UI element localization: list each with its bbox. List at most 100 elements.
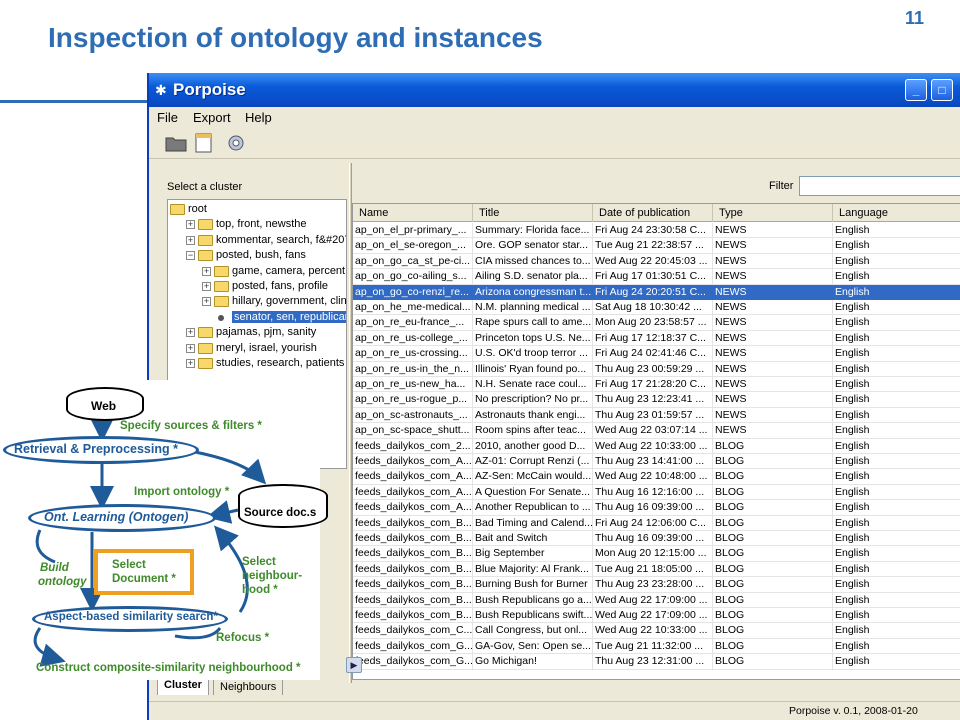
table-row[interactable]: ap_on_sc-astronauts_... Astronauts thank … — [353, 407, 960, 424]
tree-node[interactable]: + hillary, government, clinto — [168, 294, 346, 309]
table-cell: feeds_dailykos_com_G... — [353, 654, 473, 670]
tab-neighbours[interactable]: Neighbours — [213, 679, 284, 695]
table-cell: English — [833, 469, 960, 485]
table-row[interactable]: ap_on_re_us-college_... Princeton tops U.… — [353, 330, 960, 347]
table-row[interactable]: ap_on_go_co-renzi_re... Arizona congressm… — [353, 284, 960, 300]
app-icon: ✱ — [155, 82, 167, 98]
table-row[interactable]: ap_on_re_us-in_the_n... Illinois' Ryan fo… — [353, 361, 960, 377]
tree-node[interactable]: + pajamas, pjm, sanity — [168, 325, 346, 340]
table-row[interactable]: ap_on_go_ca_st_pe-ci... CIA missed chance… — [353, 253, 960, 270]
table-row[interactable]: feeds_dailykos_com_G... Go Michigan! Thu A… — [353, 654, 960, 670]
folder-icon — [198, 219, 213, 231]
cluster-panel-label: Select a cluster — [167, 181, 243, 193]
tree-node[interactable]: − posted, bush, fans — [168, 248, 346, 263]
table-cell: BLOG — [713, 608, 833, 624]
table-row[interactable]: ap_on_sc-space_shutt... Room spins after … — [353, 423, 960, 439]
menu-file[interactable]: File — [157, 110, 178, 125]
tree-node-label: game, camera, percent — [232, 264, 346, 277]
table-cell: Fri Aug 17 12:18:37 C... — [593, 330, 713, 347]
open-folder-icon[interactable] — [165, 133, 187, 153]
diagram-specify: Specify sources & filters * — [120, 420, 262, 432]
table-row[interactable]: ap_on_re_us-new_ha... N.H. Senate race co… — [353, 377, 960, 393]
expand-icon[interactable]: + — [202, 282, 211, 291]
table-row[interactable]: ap_on_go_co-ailing_s... Ailing S.D. senat… — [353, 269, 960, 285]
table-cell: NEWS — [713, 315, 833, 331]
table-row[interactable]: feeds_dailykos_com_B... Big September Mon … — [353, 546, 960, 562]
table-cell: Bait and Switch — [473, 531, 593, 547]
settings-gear-icon[interactable] — [225, 133, 247, 153]
expand-icon[interactable]: + — [186, 343, 195, 353]
table-cell: Thu Aug 23 01:59:57 ... — [593, 407, 713, 424]
expand-icon[interactable]: + — [186, 359, 195, 368]
table-cell: N.H. Senate race coul... — [473, 377, 593, 393]
window-title: Porpoise — [173, 80, 246, 99]
expand-icon[interactable]: + — [186, 220, 195, 230]
table-row[interactable]: feeds_dailykos_com_A... A Question For Se… — [353, 484, 960, 501]
tree-node[interactable]: + meryl, israel, yourish — [168, 341, 346, 356]
table-cell: NEWS — [713, 238, 833, 254]
collapse-icon[interactable]: − — [186, 251, 195, 261]
table-row[interactable]: ap_on_el_se-oregon_... Ore. GOP senator s… — [353, 238, 960, 254]
table-cell: feeds_dailykos_com_A... — [353, 500, 473, 516]
table-cell: English — [833, 531, 960, 547]
table-row[interactable]: feeds_dailykos_com_G... GA-Gov, Sen: Open… — [353, 638, 960, 655]
tree-node[interactable]: + posted, fans, profile — [168, 279, 346, 294]
column-header[interactable]: Type — [713, 204, 833, 222]
table-row[interactable]: ap_on_he_me-medical... N.M. planning medi… — [353, 300, 960, 316]
menu-help[interactable]: Help — [245, 110, 272, 125]
table-row[interactable]: feeds_dailykos_com_B... Burning Bush for … — [353, 577, 960, 593]
table-row[interactable]: ap_on_re_eu-france_... Rape spurs call to… — [353, 315, 960, 331]
expand-icon[interactable]: + — [186, 328, 195, 338]
expand-icon[interactable]: + — [202, 297, 211, 307]
tree-node-label: top, front, newsthe — [216, 218, 307, 231]
tree-node[interactable]: root — [168, 202, 346, 217]
table-cell: ap_on_re_us-college_... — [353, 330, 473, 347]
maximize-button[interactable]: □ — [931, 79, 953, 101]
table-cell: English — [833, 500, 960, 516]
table-cell: NEWS — [713, 407, 833, 424]
table-row[interactable]: feeds_dailykos_com_A... AZ-Sen: McCain wo… — [353, 469, 960, 485]
table-row[interactable]: feeds_dailykos_com_B... Bush Republicans … — [353, 592, 960, 608]
minimize-button[interactable]: _ — [905, 79, 927, 101]
tree-node[interactable]: + top, front, newsthe — [168, 217, 346, 232]
table-cell: feeds_dailykos_com_2... — [353, 438, 473, 454]
tree-node[interactable]: senator, sen, republican — [168, 310, 346, 325]
table-row[interactable]: feeds_dailykos_com_B... Blue Majority: Al… — [353, 561, 960, 578]
folder-icon — [214, 281, 229, 292]
folder-icon — [198, 250, 213, 262]
table-row[interactable]: feeds_dailykos_com_C... Call Congress, bu… — [353, 623, 960, 639]
folder-icon — [214, 296, 229, 308]
column-header[interactable]: Date of publication — [593, 204, 713, 222]
menu-export[interactable]: Export — [193, 110, 231, 125]
table-cell: feeds_dailykos_com_A... — [353, 454, 473, 470]
column-header[interactable]: Title — [473, 204, 593, 222]
expand-icon[interactable]: + — [186, 235, 195, 245]
table-row[interactable]: ap_on_re_us-crossing... U.S. OK'd troop t… — [353, 346, 960, 362]
table-cell: BLOG — [713, 592, 833, 608]
table-row[interactable]: feeds_dailykos_com_B... Bait and Switch Th… — [353, 531, 960, 547]
table-cell: feeds_dailykos_com_A... — [353, 484, 473, 501]
table-cell: Illinois' Ryan found po... — [473, 361, 593, 377]
expand-icon[interactable]: + — [202, 266, 211, 276]
table-row[interactable]: feeds_dailykos_com_A... AZ-01: Corrupt Re… — [353, 454, 960, 470]
table-row[interactable]: feeds_dailykos_com_A... Another Republica… — [353, 500, 960, 516]
new-document-icon[interactable] — [193, 133, 215, 153]
table-row[interactable]: feeds_dailykos_com_2... 2010, another goo… — [353, 438, 960, 454]
table-row[interactable]: feeds_dailykos_com_B... Bad Timing and Ca… — [353, 515, 960, 531]
table-cell: Bush Republicans swift... — [473, 608, 593, 624]
table-cell: feeds_dailykos_com_G... — [353, 638, 473, 655]
table-cell: English — [833, 454, 960, 470]
tree-node[interactable]: + game, camera, percent — [168, 264, 346, 279]
table-row[interactable]: ap_on_el_pr-primary_... Summary: Florida … — [353, 223, 960, 239]
table-row[interactable]: feeds_dailykos_com_B... Bush Republicans … — [353, 608, 960, 624]
column-header[interactable]: Language — [833, 204, 960, 222]
diagram-refocus: Refocus * — [216, 632, 270, 644]
table-cell: Wed Aug 22 17:09:00 ... — [593, 592, 713, 608]
window-titlebar[interactable]: ✱ Porpoise _ □ — [149, 73, 960, 107]
filter-input[interactable] — [799, 176, 960, 196]
table-row[interactable]: ap_on_re_us-rogue_p... No prescription? N… — [353, 392, 960, 408]
column-header[interactable]: Name — [353, 204, 473, 222]
scroll-left-arrow-icon[interactable]: ▶ — [346, 657, 362, 673]
tree-node[interactable]: + kommentar, search, f&#207; — [168, 233, 346, 248]
tree-node[interactable]: + studies, research, patients — [168, 356, 346, 371]
